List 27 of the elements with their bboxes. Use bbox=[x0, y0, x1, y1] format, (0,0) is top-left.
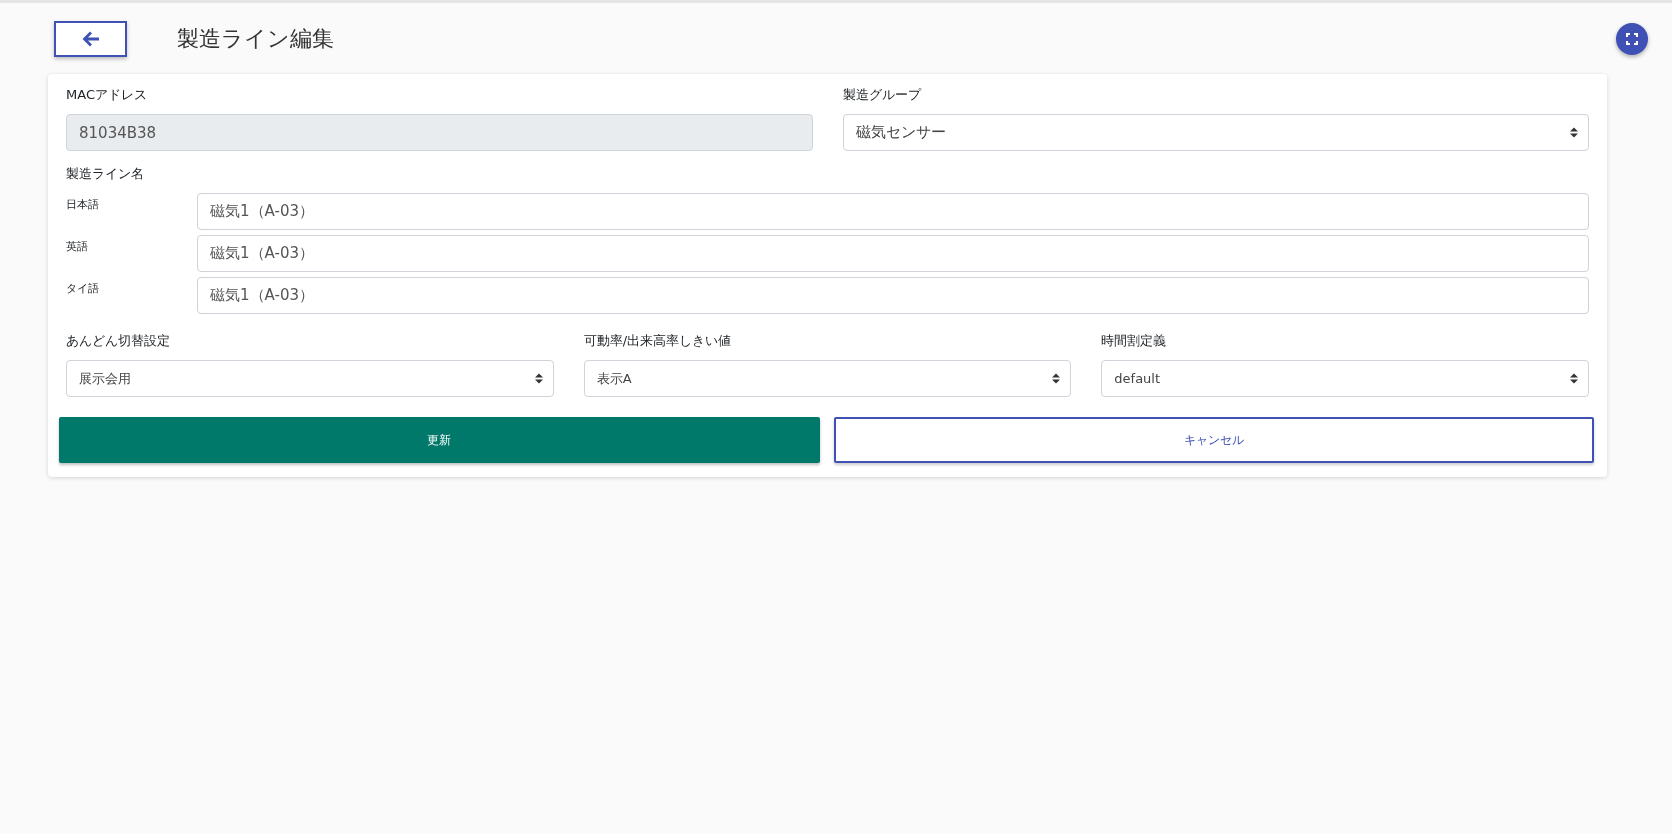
line-name-field[interactable]: 磁気1（A-03） bbox=[197, 193, 1589, 230]
fullscreen-button[interactable] bbox=[1616, 22, 1648, 55]
sort-caret-icon bbox=[1570, 127, 1578, 138]
cancel-button[interactable]: キャンセル bbox=[833, 417, 1594, 463]
language-label: 英語 bbox=[66, 239, 89, 255]
field-label: 可動率/出来高率しきい値 bbox=[583, 332, 733, 350]
language-label: 日本語 bbox=[66, 197, 100, 213]
language-label: タイ語 bbox=[66, 281, 100, 297]
back-arrow-icon bbox=[81, 30, 100, 47]
field-label: MACアドレス bbox=[66, 86, 148, 104]
back-button[interactable] bbox=[54, 20, 127, 57]
line-name-field[interactable]: 磁気1（A-03） bbox=[197, 235, 1589, 272]
sort-caret-icon bbox=[534, 373, 543, 384]
fullscreen-icon bbox=[1626, 32, 1638, 45]
setting-select[interactable]: default bbox=[1101, 360, 1589, 397]
update-button[interactable]: 更新 bbox=[59, 417, 820, 463]
sort-caret-icon bbox=[1052, 373, 1061, 384]
page-title: 製造ライン編集 bbox=[177, 24, 335, 53]
field-label: 時間割定義 bbox=[1101, 332, 1168, 350]
field-label: あんどん切替設定 bbox=[66, 332, 171, 350]
sort-caret-icon bbox=[1570, 373, 1578, 384]
setting-select[interactable]: 表示A bbox=[583, 360, 1072, 397]
field-label: 製造グループ bbox=[842, 86, 923, 104]
field-label: 製造ライン名 bbox=[66, 165, 145, 183]
group-select[interactable]: 磁気センサー bbox=[842, 114, 1589, 151]
setting-select[interactable]: 展示会用 bbox=[66, 360, 554, 397]
line-name-field[interactable]: 磁気1（A-03） bbox=[197, 277, 1589, 314]
